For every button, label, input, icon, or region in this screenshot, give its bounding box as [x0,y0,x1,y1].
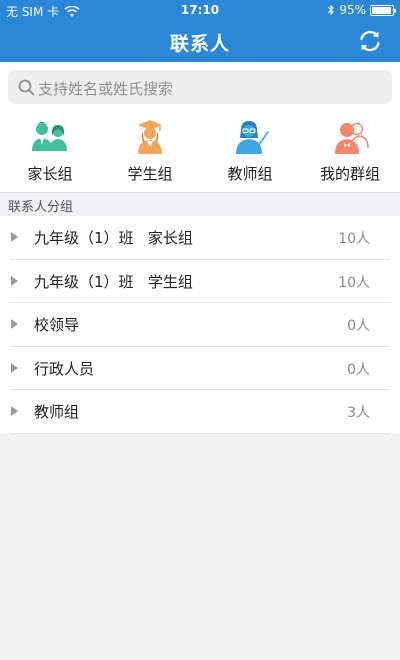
quick-groups: 家长组 学生组 教师组 我的群组 [0,112,400,192]
section-title: 联系人分组 [8,200,74,215]
group-count: 10人 [338,274,370,291]
group-count: 0人 [347,318,370,334]
battery-icon [370,4,396,16]
group-name: 行政人员 [34,359,95,378]
group-count: 10人 [338,231,370,247]
search-input[interactable]: 支持姓名或姓氏搜索 [8,70,392,104]
bluetooth-icon [327,4,335,16]
group-name: 校领导 [34,316,80,334]
list-item[interactable]: 九年级（1）班 家长组 10人 [0,216,400,260]
divider [10,432,390,434]
search-area: 支持姓名或姓氏搜索 [0,62,400,112]
status-bar: 无 SIM 卡 17:10 95% [0,0,400,20]
teacher-icon [236,121,269,154]
section-header: 联系人分组 [0,192,400,216]
expand-arrow-icon [11,275,18,286]
battery-level [372,6,391,14]
list-item[interactable]: 教师组 3人 [0,390,400,434]
search-icon [18,79,35,96]
group-parents-label: 家长组 [27,165,73,183]
list-item[interactable]: 九年级（1）班 学生组 10人 [0,260,400,303]
graduate-icon [138,120,162,154]
my-group-icon [335,122,369,154]
list-item[interactable]: 校领导 0人 [0,303,400,347]
battery-percent: 95% [339,3,366,17]
page-title: 联系人 [169,33,230,55]
group-my-groups-label: 我的群组 [319,165,380,183]
group-teachers[interactable]: 教师组 [200,112,300,192]
group-teachers-label: 教师组 [227,165,273,183]
group-students[interactable]: 学生组 [100,112,200,192]
contact-group-list: 九年级（1）班 家长组 10人 九年级（1）班 学生组 10人 校领导 0人 行… [0,216,400,434]
expand-arrow-icon [11,232,18,242]
group-name: 九年级（1）班 学生组 [34,272,193,291]
expand-arrow-icon [11,362,18,373]
group-count: 0人 [347,361,370,378]
group-name: 教师组 [34,403,80,421]
group-parents[interactable]: 家长组 [0,112,100,192]
parents-icon [32,122,67,151]
list-item[interactable]: 行政人员 0人 [0,347,400,390]
group-my-groups[interactable]: 我的群组 [300,112,400,192]
group-name: 九年级（1）班 家长组 [34,229,193,247]
refresh-icon[interactable] [357,28,383,54]
group-students-label: 学生组 [127,165,173,183]
expand-arrow-icon [11,319,18,329]
status-right: 95% [327,3,396,17]
group-count: 3人 [347,405,370,421]
navbar: 联系人 [0,20,400,62]
expand-arrow-icon [11,406,18,416]
search-placeholder: 支持姓名或姓氏搜索 [38,80,174,98]
